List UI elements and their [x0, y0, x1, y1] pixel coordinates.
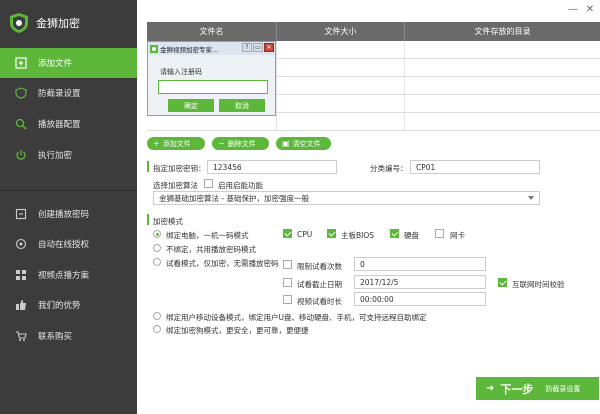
- grid-icon: [14, 268, 28, 282]
- sidebar-item-label: 自动在线授权: [38, 240, 90, 250]
- key-icon: [14, 207, 28, 221]
- sidebar-item-add-file[interactable]: 添加文件: [0, 48, 137, 78]
- sidebar-item-buy[interactable]: 联系购买: [0, 321, 137, 351]
- section-marker: [147, 214, 149, 225]
- dialog-cancel-button[interactable]: 取消: [219, 99, 265, 112]
- trash-icon: ▣: [282, 139, 290, 148]
- dialog-maximize-button[interactable]: ▭: [253, 43, 263, 52]
- mode-dongle-label: 绑定加密狗模式，更安全，更可靠，更便捷: [166, 326, 309, 335]
- search-icon: [14, 117, 28, 131]
- column-header-directory[interactable]: 文件存放的目录: [405, 22, 600, 41]
- dialog-help-button[interactable]: ?: [242, 43, 252, 52]
- duration-checkbox[interactable]: [283, 295, 292, 304]
- cpu-checkbox[interactable]: [283, 229, 292, 238]
- sidebar-item-label: 添加文件: [38, 59, 73, 69]
- sidebar-item-advantages[interactable]: 我们的优势: [0, 290, 137, 320]
- mode-title: 加密模式: [153, 217, 183, 226]
- mode-dongle-radio[interactable]: [153, 325, 161, 333]
- add-file-icon: [14, 56, 28, 70]
- shield-logo-icon: [10, 13, 28, 33]
- target-icon: [14, 237, 28, 251]
- net-time-label: 互联网时间校验: [512, 280, 565, 289]
- column-header-filename[interactable]: 文件名: [147, 22, 277, 41]
- section-marker: [147, 161, 149, 172]
- minus-icon: −: [218, 139, 225, 148]
- expire-date-checkbox[interactable]: [283, 278, 292, 287]
- sidebar-item-player-config[interactable]: 播放器配置: [0, 109, 137, 139]
- registration-code-input[interactable]: [158, 80, 268, 94]
- add-file-button[interactable]: + 添加文件: [147, 137, 205, 150]
- sidebar-item-label: 创建播放密码: [38, 210, 90, 220]
- close-button[interactable]: ✕: [583, 2, 597, 16]
- encryption-key-input[interactable]: 123456: [207, 160, 337, 174]
- sidebar-item-execute-encrypt[interactable]: 执行加密: [0, 140, 137, 170]
- dialog-title: 金狮视频加密专家...: [160, 45, 219, 54]
- power-icon: [14, 148, 28, 162]
- duration-label: 视频试看时长: [297, 297, 342, 306]
- app-small-icon: [150, 44, 158, 53]
- thumb-icon: [14, 298, 28, 312]
- limit-times-checkbox[interactable]: [283, 260, 292, 269]
- algorithm-select[interactable]: 金狮基础加密算法 - 基础保护，加密强度一般: [153, 191, 540, 205]
- app-title: 金狮加密: [36, 17, 80, 30]
- sidebar: 金狮加密 添加文件 防截录设置 播放器配置 执行加密 创建播放密码 自动在线授权…: [0, 0, 137, 414]
- limit-times-input[interactable]: 0: [354, 257, 486, 271]
- dialog-window-buttons: ? ▭ ✕: [242, 43, 274, 52]
- cpu-label: CPU: [297, 230, 313, 239]
- table-header: 文件名 文件大小 文件存放的目录: [147, 22, 600, 41]
- nic-checkbox[interactable]: [435, 229, 444, 238]
- sidebar-item-label: 联系购买: [38, 332, 73, 342]
- dialog-label: 请输入注册码: [160, 68, 202, 76]
- mode-bind-label: 绑定电脑，一机一码模式: [166, 231, 249, 240]
- expire-date-label: 试看截止日期: [297, 280, 342, 289]
- delete-file-button[interactable]: − 删除文件: [212, 137, 269, 150]
- category-label: 分类编号：: [370, 164, 408, 173]
- nic-label: 网卡: [450, 231, 465, 240]
- key-label: 指定加密密钥：: [153, 164, 206, 173]
- sidebar-item-label: 我们的优势: [38, 301, 81, 311]
- arrow-right-icon: ➜: [486, 383, 495, 394]
- sidebar-item-label: 视频点播方案: [38, 271, 90, 281]
- sidebar-item-create-password[interactable]: 创建播放密码: [0, 199, 137, 229]
- mode-bind-radio[interactable]: [153, 230, 161, 238]
- app-logo: 金狮加密: [0, 0, 137, 46]
- mode-trial-radio[interactable]: [153, 258, 161, 266]
- sidebar-item-label: 执行加密: [38, 151, 73, 161]
- cart-icon: [14, 329, 28, 343]
- registration-dialog: 金狮视频加密专家... ? ▭ ✕ 请输入注册码 确定 取消: [147, 41, 276, 116]
- disk-checkbox[interactable]: [390, 229, 399, 238]
- net-time-checkbox[interactable]: [498, 278, 507, 287]
- dialog-ok-button[interactable]: 确定: [168, 99, 214, 112]
- shield-icon: [14, 86, 28, 100]
- next-step-button[interactable]: ➜ 下一步 防截录设置: [476, 377, 599, 400]
- mode-mobile-label: 绑定用户移动设备模式，绑定用户U盘、移动硬盘、手机，可支持远程自助绑定: [166, 313, 427, 322]
- sidebar-item-label: 播放器配置: [38, 120, 81, 130]
- dialog-close-button[interactable]: ✕: [264, 43, 274, 52]
- column-header-filesize[interactable]: 文件大小: [277, 22, 405, 41]
- board-checkbox[interactable]: [327, 229, 336, 238]
- sidebar-divider: [0, 190, 137, 191]
- mode-unbind-label: 不绑定，共用播放密码模式: [166, 245, 256, 254]
- clear-file-button[interactable]: ▣ 清空文件: [276, 137, 331, 150]
- sidebar-item-anti-record[interactable]: 防截录设置: [0, 78, 137, 108]
- board-label: 主板BIOS: [341, 231, 375, 240]
- minimize-button[interactable]: —: [566, 2, 580, 16]
- mode-unbind-radio[interactable]: [153, 244, 161, 252]
- plus-icon: +: [153, 139, 160, 148]
- sidebar-item-label: 防截录设置: [38, 89, 81, 99]
- chevron-down-icon: [528, 196, 534, 200]
- limit-times-label: 限制试看次数: [297, 262, 342, 271]
- sidebar-item-vod-plan[interactable]: 视频点播方案: [0, 260, 137, 290]
- disk-label: 硬盘: [404, 231, 419, 240]
- mode-mobile-radio[interactable]: [153, 312, 161, 320]
- algo-label: 选择加密算法: [153, 181, 198, 190]
- enhance-checkbox[interactable]: [204, 179, 213, 188]
- expire-date-input[interactable]: 2017/12/5: [354, 275, 486, 289]
- category-input[interactable]: CP01: [410, 160, 540, 174]
- duration-input[interactable]: 00:00:00: [354, 292, 486, 306]
- enhance-label: 启用启能功能: [218, 181, 263, 190]
- sidebar-item-online-auth[interactable]: 自动在线授权: [0, 229, 137, 259]
- mode-trial-label: 试看模式，仅加密，无需播放密码: [166, 259, 279, 268]
